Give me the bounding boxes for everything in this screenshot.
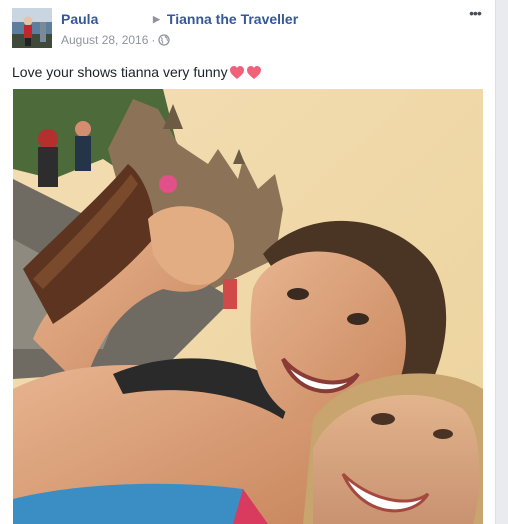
shared-to-arrow-icon: ▶: [153, 14, 160, 24]
post-card: Paula ▶ Tianna the Traveller August 28, 20…: [0, 0, 496, 524]
post-title-line: Paula ▶ Tianna the Traveller: [61, 11, 298, 29]
target-page-link[interactable]: Tianna the Traveller: [167, 11, 298, 27]
globe-icon[interactable]: [158, 34, 171, 49]
post-meta: August 28, 2016 ·: [61, 33, 171, 49]
author-avatar[interactable]: [12, 8, 52, 48]
heart-icon: [246, 65, 262, 83]
author-name-link[interactable]: Paula: [61, 11, 133, 27]
post-message: Love your shows tianna very funny: [12, 64, 262, 83]
post-header: Paula ▶ Tianna the Traveller August 28, 20…: [12, 6, 485, 50]
heart-icon: [229, 65, 245, 83]
post-timestamp[interactable]: August 28, 2016: [61, 33, 148, 47]
post-photo[interactable]: [13, 89, 483, 524]
post-options-ellipsis-icon[interactable]: •••: [465, 6, 485, 22]
meta-separator: ·: [151, 33, 156, 47]
post-message-text: Love your shows tianna very funny: [12, 64, 228, 80]
